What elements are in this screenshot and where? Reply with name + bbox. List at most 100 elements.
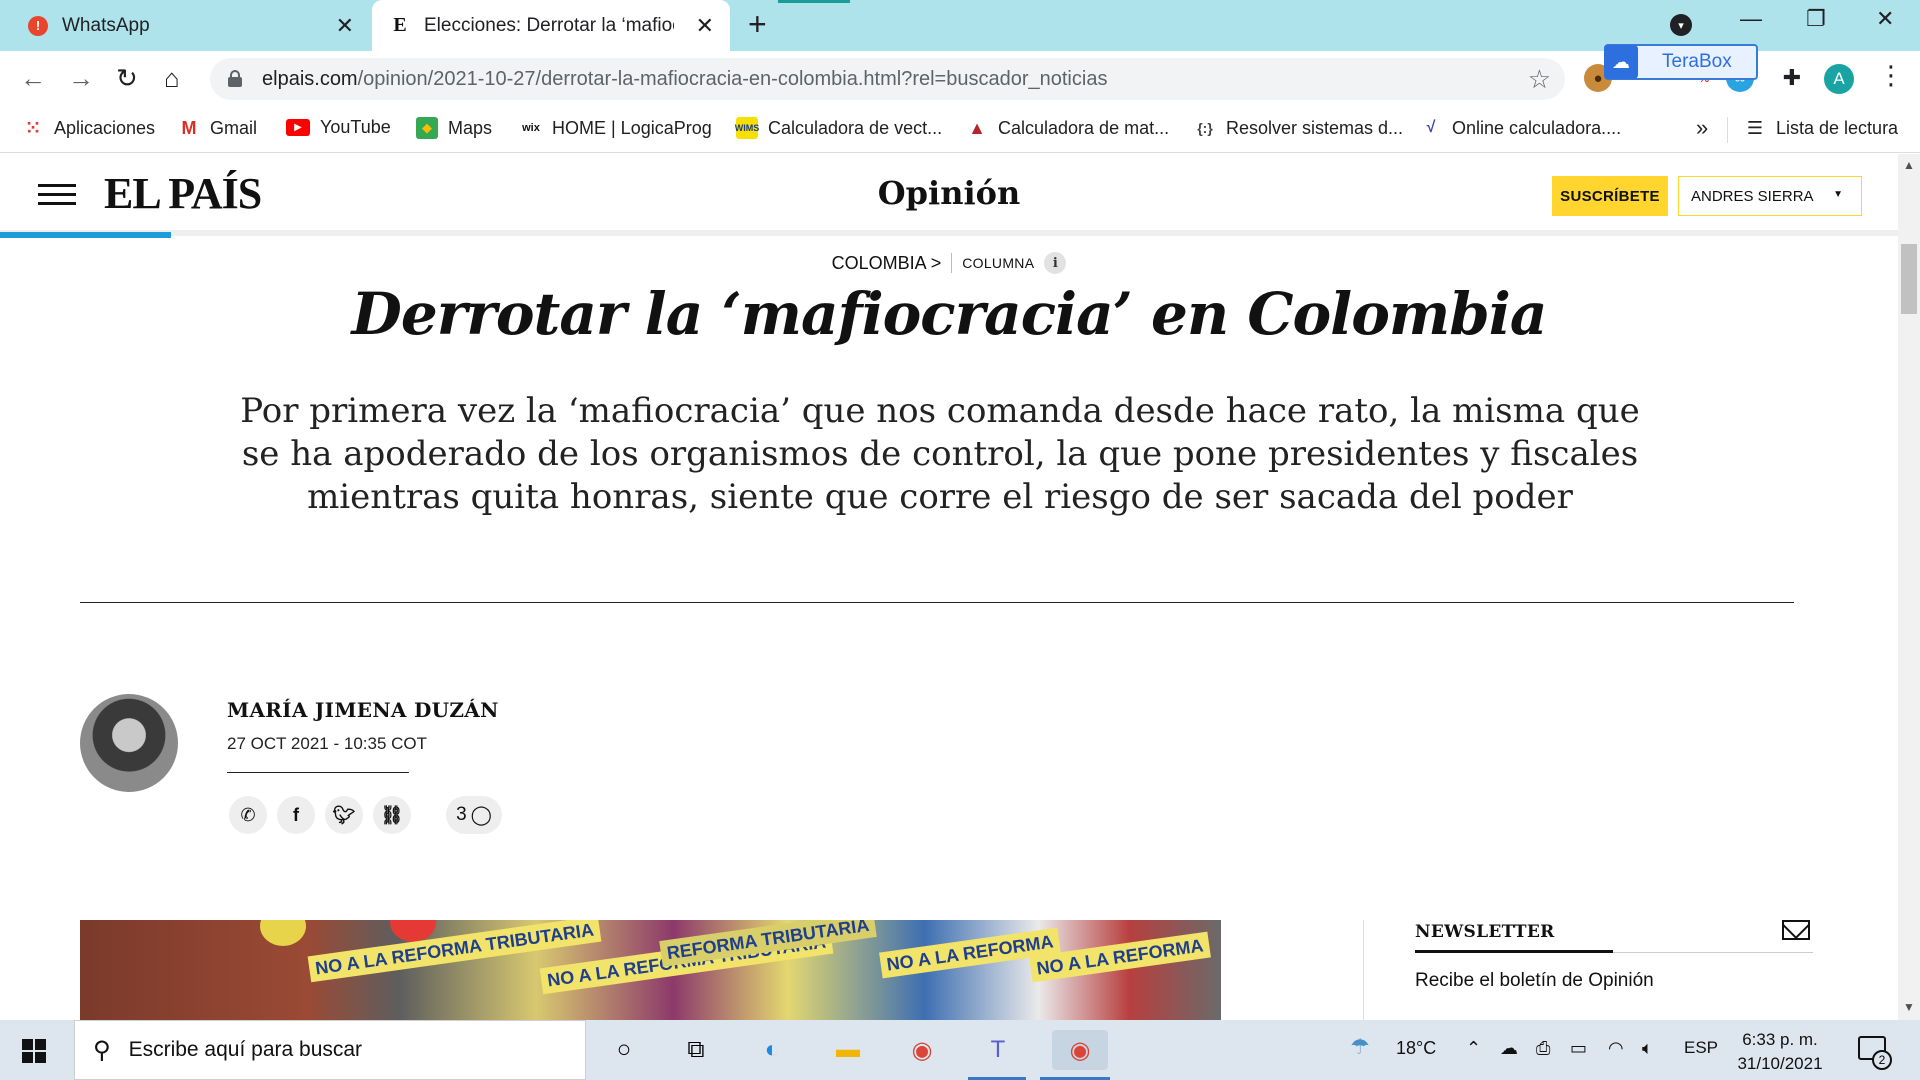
edge-browser-icon[interactable]: ◐ [752,1030,792,1070]
close-tab-icon[interactable]: ✕ [696,13,714,39]
url-text: elpais.com/opinion/2021-10-27/derrotar-l… [262,68,1108,90]
share-twitter-icon[interactable]: 🐦︎ [325,796,363,834]
reading-list-button[interactable]: ☰ Lista de lectura [1744,117,1898,139]
youtube-icon: ▶ [286,119,310,136]
meta-divider [227,772,409,773]
restore-icon[interactable]: ❐ [1806,6,1826,32]
bookmark-youtube[interactable]: ▶ YouTube [286,117,391,138]
newsletter-underline [1415,950,1613,953]
tab-strip-accent [778,0,850,3]
bookmark-calc-vectores[interactable]: WIMS Calculadora de vect... [735,117,942,139]
bookmark-apps[interactable]: ⁙ Aplicaciones [22,117,155,139]
lock-icon[interactable] [228,70,242,87]
volume-icon[interactable]: 🔈︎ [1642,1038,1653,1059]
teams-icon[interactable]: T [978,1030,1018,1070]
tab-elpais[interactable]: E Elecciones: Derrotar la ‘mafiocracia’ … [372,0,730,51]
taskbar-search[interactable]: ⚲ Escribe aquí para buscar [74,1020,586,1080]
article-headline: Derrotar la ‘mafiocracia’ en Colombia [351,280,1548,348]
battery-icon[interactable]: ▭ [1570,1038,1587,1059]
info-icon[interactable]: i [1044,252,1067,274]
weather-temperature[interactable]: 18°C [1396,1038,1436,1059]
terabox-popup[interactable]: ☁ TeraBox [1604,44,1758,80]
close-tab-icon[interactable]: ✕ [336,13,354,39]
onedrive-icon[interactable]: ☁ [1500,1038,1518,1059]
cortana-circle-icon[interactable]: ○ [604,1030,644,1070]
task-view-icon[interactable]: ⧉ [676,1030,716,1070]
tray-overflow-icon[interactable]: ⌃ [1466,1038,1481,1059]
kicker-type: COLUMNA [962,255,1035,271]
tab-whatsapp[interactable]: ! WhatsApp ✕ [10,0,370,51]
maps-icon: ◆ [416,117,438,139]
back-icon[interactable]: ← [20,63,46,93]
clock-time: 6:33 p. m. [1742,1030,1818,1049]
weather-icon[interactable]: ☂ [1350,1034,1370,1060]
chrome-profile-icon[interactable]: ◉ [1052,1030,1108,1070]
elpais-e-icon: E [390,14,410,36]
browser-menu-icon[interactable]: ⋮ [1878,60,1904,91]
article-main-photo[interactable]: NO A LA REFORMA TRIBUTARIA NO A LA REFOR… [80,920,1221,1020]
subscribe-button[interactable]: SUSCRÍBETE [1552,176,1668,216]
clock-date: 31/10/2021 [1737,1054,1823,1073]
meet-now-icon[interactable]: ⎙ [1536,1038,1550,1059]
bookmark-sistemas[interactable]: {:} Resolver sistemas d... [1194,117,1403,139]
bookmark-logicaprog[interactable]: wix HOME | LogicaProg [520,117,712,139]
newsletter-title: NEWSLETTER [1415,922,1555,942]
bookmark-online-calc[interactable]: √ Online calculadora.... [1420,117,1621,139]
bookmark-gmail[interactable]: M Gmail [178,117,258,139]
reload-icon[interactable]: ↻ [116,63,138,93]
extensions-puzzle-icon[interactable]: ✚ [1778,64,1806,92]
user-account-button[interactable]: ANDRES SIERRA ▼ [1678,176,1862,216]
wims-icon: WIMS [735,117,759,139]
article-standfirst: Por primera vez la ‘mafiocracia’ que nos… [240,391,1640,517]
profile-avatar[interactable]: A [1824,64,1854,94]
comments-button[interactable]: 3 ◯ [446,796,502,834]
terabox-label: TeraBox [1662,51,1732,72]
article-kicker: COLOMBIA > COLUMNA i [0,252,1898,274]
scroll-thumb[interactable] [1901,244,1917,314]
tab-title: WhatsApp [62,14,150,36]
bookmarks-bar: ⁙ Aplicaciones M Gmail ▶ YouTube ◆ Maps … [0,107,1920,153]
matrix-calc-icon: ▲ [968,117,986,138]
apps-grid-icon: ⁙ [25,117,41,138]
wix-icon: wix [522,122,540,134]
page-scrollbar[interactable]: ▲ ▼ [1898,154,1920,1020]
notification-count: 2 [1872,1050,1892,1070]
kicker-section-link[interactable]: COLOMBIA > [832,253,942,274]
share-facebook-icon[interactable]: f [277,796,315,834]
scroll-down-icon[interactable]: ▼ [1903,1000,1915,1014]
bookmarks-overflow-button[interactable]: » [1696,115,1708,141]
minimize-icon[interactable]: — [1740,6,1762,32]
whatsapp-alert-icon: ! [28,15,48,36]
close-window-icon[interactable]: ✕ [1876,6,1894,32]
windows-start-icon[interactable] [22,1039,46,1063]
terabox-cloud-icon: ☁ [1604,45,1638,79]
photo-balloon [260,920,306,946]
bookmark-maps[interactable]: ◆ Maps [416,117,492,139]
file-explorer-icon[interactable]: ▬ [828,1030,868,1070]
bookmark-star-icon[interactable]: ☆ [1528,64,1551,95]
reading-progress-bar [0,232,171,238]
bookmark-calc-matrices[interactable]: ▲ Calculadora de mat... [966,117,1169,139]
address-bar[interactable]: elpais.com/opinion/2021-10-27/derrotar-l… [210,58,1565,100]
author-name[interactable]: MARÍA JIMENA DUZÁN [227,698,499,722]
site-header: EL PAÍS Opinión SUSCRÍBETE ANDRES SIERRA… [0,154,1898,236]
page-viewport: EL PAÍS Opinión SUSCRÍBETE ANDRES SIERRA… [0,154,1898,1020]
user-name: ANDRES SIERRA [1691,187,1814,205]
forward-icon[interactable]: → [68,63,94,93]
tab-search-icon[interactable]: ▾ [1670,14,1692,36]
share-whatsapp-icon[interactable]: ✆ [229,796,267,834]
home-icon[interactable]: ⌂ [164,63,180,93]
scroll-up-icon[interactable]: ▲ [1903,158,1915,172]
author-avatar[interactable] [80,694,178,792]
gmail-icon: M [181,117,197,138]
wifi-icon[interactable]: ◠ [1608,1038,1624,1059]
comment-bubble-icon: ◯ [470,804,492,826]
taskbar-clock[interactable]: 6:33 p. m. 31/10/2021 [1730,1028,1830,1076]
new-tab-button[interactable]: + [748,8,767,40]
chrome-icon[interactable]: ◉ [902,1030,942,1070]
newsletter-link[interactable]: Recibe el boletín de Opinión [1415,970,1654,992]
input-language[interactable]: ESP [1684,1038,1718,1058]
caret-down-icon: ▼ [1833,189,1843,200]
mail-envelope-icon[interactable] [1782,920,1810,940]
copy-link-icon[interactable]: ⛓ [373,796,411,834]
